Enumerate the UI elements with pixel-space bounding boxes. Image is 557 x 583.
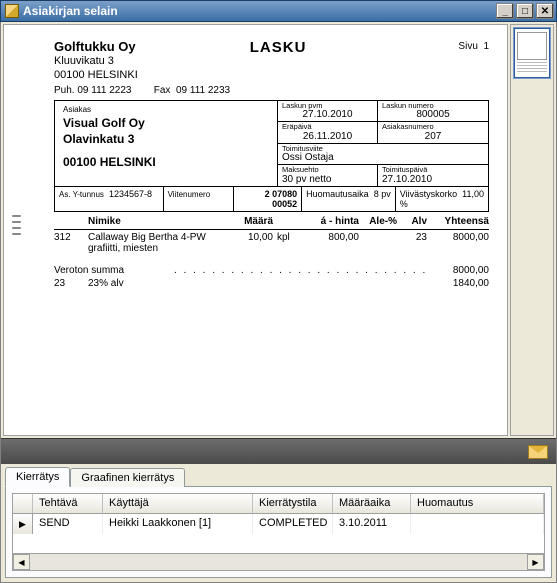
col-tehtava[interactable]: Tehtävä bbox=[33, 494, 103, 513]
reference-number: 2 07080 00052 bbox=[234, 187, 302, 211]
sender-phone: Puh. 09 111 2223 Fax 09 111 2233 bbox=[54, 85, 489, 96]
grid-row[interactable]: ▶ SEND Heikki Laakkonen [1] COMPLETED 3.… bbox=[13, 514, 544, 534]
minimize-button[interactable]: _ bbox=[496, 3, 514, 19]
net-sum-row: Veroton summa . . . . . . . . . . . . . … bbox=[54, 264, 489, 277]
scroll-left-button[interactable]: ◀ bbox=[13, 554, 30, 570]
workflow-grid[interactable]: Tehtävä Käyttäjä Kierrätystila Määräaika… bbox=[12, 493, 545, 571]
app-icon bbox=[5, 4, 19, 18]
line-items-header: Nimike Määrä á - hinta Ale-% Alv Yhteens… bbox=[54, 214, 489, 230]
page-number: Sivu 1 bbox=[458, 41, 489, 52]
sender-company: Golftukku Oy Kluuvikatu 3 00100 HELSINKI bbox=[54, 39, 138, 83]
invoice-number: 800005 bbox=[382, 109, 484, 120]
invoice-info-box: Asiakas Visual Golf Oy Olavinkatu 3 0010… bbox=[54, 100, 489, 187]
col-kierratystila[interactable]: Kierrätystila bbox=[253, 494, 333, 513]
invoice-meta-row: As. Y-tunnus 1234567-8 Viitenumero 2 070… bbox=[54, 187, 489, 212]
delivery-date: 27.10.2010 bbox=[382, 174, 484, 185]
document-viewer: Golftukku Oy Kluuvikatu 3 00100 HELSINKI… bbox=[0, 22, 557, 464]
sender-street: Kluuvikatu 3 bbox=[54, 55, 138, 69]
customer-label: Asiakas bbox=[63, 105, 269, 114]
cell-tehtava: SEND bbox=[33, 514, 103, 534]
horizontal-scrollbar[interactable]: ◀ ▶ bbox=[13, 553, 544, 570]
col-kayttaja[interactable]: Käyttäjä bbox=[103, 494, 253, 513]
envelope-icon[interactable] bbox=[528, 445, 548, 459]
cell-maaraaika: 3.10.2011 bbox=[333, 514, 411, 534]
page-thumbnails bbox=[510, 24, 554, 436]
close-button[interactable]: ✕ bbox=[536, 3, 554, 19]
tab-kierratys[interactable]: Kierrätys bbox=[5, 467, 70, 487]
col-maaraaika[interactable]: Määräaika bbox=[333, 494, 411, 513]
sender-city: 00100 HELSINKI bbox=[54, 69, 138, 83]
tab-strip: Kierrätys Graafinen kierrätys bbox=[1, 464, 556, 486]
cell-huomautus bbox=[411, 514, 544, 534]
workflow-panel: Kierrätys Graafinen kierrätys Tehtävä Kä… bbox=[0, 464, 557, 583]
delivery-reference: Ossi Ostaja bbox=[282, 152, 484, 163]
vat-sum-row: 23 23% alv 1840,00 bbox=[54, 277, 489, 290]
cell-tila: COMPLETED bbox=[253, 514, 333, 534]
document-title: LASKU bbox=[250, 39, 307, 56]
col-huomautus[interactable]: Huomautus bbox=[411, 494, 544, 513]
customer-street: Olavinkatu 3 bbox=[63, 131, 269, 147]
grid-header: Tehtävä Käyttäjä Kierrätystila Määräaika… bbox=[13, 494, 544, 514]
scroll-right-button[interactable]: ▶ bbox=[527, 554, 544, 570]
sender-name: Golftukku Oy bbox=[54, 39, 138, 55]
toolbar-bottom bbox=[1, 438, 556, 464]
window-title: Asiakirjan selain bbox=[23, 4, 496, 18]
due-date: 26.11.2010 bbox=[282, 131, 373, 142]
business-id: 1234567-8 bbox=[109, 189, 152, 199]
row-indicator-icon: ▶ bbox=[13, 514, 33, 534]
customer-number: 207 bbox=[382, 131, 484, 142]
invoice-page: Golftukku Oy Kluuvikatu 3 00100 HELSINKI… bbox=[3, 24, 508, 436]
thumbnail-page-1[interactable] bbox=[513, 27, 551, 79]
customer-name: Visual Golf Oy bbox=[63, 115, 269, 131]
drag-handle-icon[interactable] bbox=[12, 215, 21, 235]
cell-kayttaja: Heikki Laakkonen [1] bbox=[103, 514, 253, 534]
customer-city: 00100 HELSINKI bbox=[63, 155, 269, 169]
tab-graafinen[interactable]: Graafinen kierrätys bbox=[70, 468, 185, 487]
payment-term: 30 pv netto bbox=[282, 174, 373, 185]
maximize-button[interactable]: □ bbox=[516, 3, 534, 19]
invoice-date: 27.10.2010 bbox=[282, 109, 373, 120]
line-item: 312 Callaway Big Bertha 4-PW grafiitti, … bbox=[54, 230, 489, 256]
window-titlebar: Asiakirjan selain _ □ ✕ bbox=[0, 0, 557, 22]
